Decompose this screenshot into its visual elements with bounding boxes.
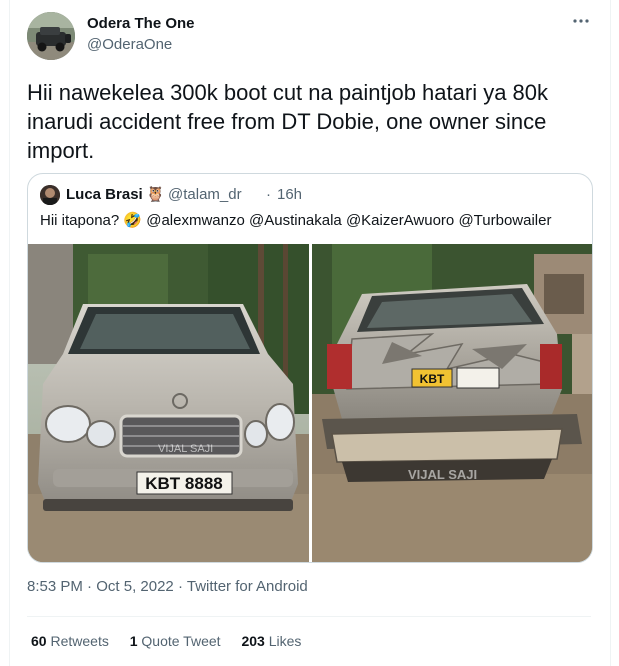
quoted-author-name[interactable]: Luca Brasi bbox=[66, 186, 143, 203]
quoted-author-avatar[interactable] bbox=[40, 185, 60, 205]
quote-tweets-count: 1 bbox=[129, 633, 138, 649]
photo-car-rear-damage[interactable]: KBT VIJAL SAJI bbox=[312, 244, 592, 562]
quoted-tweet-text: Hii itapona? 🤣 @alexmwanzo @Austinakala … bbox=[40, 212, 552, 229]
likes-count: 203 bbox=[241, 633, 265, 649]
more-horizontal-icon[interactable] bbox=[572, 12, 590, 35]
quote-tweets-stat[interactable]: 1 Quote Tweet bbox=[130, 633, 221, 649]
owl-emoji: 🦉 bbox=[146, 186, 165, 203]
likes-label: Likes bbox=[268, 633, 302, 649]
rear-plate-text: KBT bbox=[420, 372, 445, 386]
quoted-author-handle[interactable]: @talam_dr bbox=[168, 186, 242, 203]
retweets-label: Retweets bbox=[50, 633, 109, 649]
author-avatar[interactable] bbox=[27, 12, 75, 60]
meta-separator: · bbox=[177, 578, 183, 595]
author-handle[interactable]: @OderaOne bbox=[87, 36, 172, 53]
quote-tweets-label: Quote Tweet bbox=[141, 633, 221, 649]
separator-dot: · bbox=[266, 186, 271, 203]
retweets-count: 60 bbox=[31, 633, 47, 649]
front-plate-text: KBT 8888 bbox=[145, 474, 222, 493]
divider bbox=[27, 616, 591, 617]
tweet-date[interactable]: Oct 5, 2022 bbox=[96, 578, 174, 595]
likes-stat[interactable]: 203 Likes bbox=[241, 633, 301, 649]
right-watermark: VIJAL SAJI bbox=[408, 467, 477, 482]
photo-car-front[interactable]: KBT 8888 VIJAL SAJI bbox=[28, 244, 309, 562]
left-watermark: VIJAL SAJI bbox=[158, 443, 213, 455]
quoted-tweet[interactable]: Luca Brasi 🦉 @talam_dr · 16h Hii itapona… bbox=[27, 173, 593, 563]
tweet-text: Hii nawekelea 300k boot cut na paintjob … bbox=[27, 80, 549, 163]
meta-separator: · bbox=[87, 578, 93, 595]
author-name[interactable]: Odera The One bbox=[87, 15, 195, 32]
tweet-source[interactable]: Twitter for Android bbox=[187, 578, 308, 595]
retweets-stat[interactable]: 60 Retweets bbox=[31, 633, 109, 649]
tweet-time[interactable]: 8:53 PM bbox=[27, 578, 83, 595]
tweet-meta: 8:53 PM · Oct 5, 2022 · Twitter for Andr… bbox=[27, 578, 308, 595]
tweet-stats: 60 Retweets 1 Quote Tweet 203 Likes bbox=[31, 633, 318, 649]
quoted-tweet-time[interactable]: 16h bbox=[277, 186, 302, 203]
